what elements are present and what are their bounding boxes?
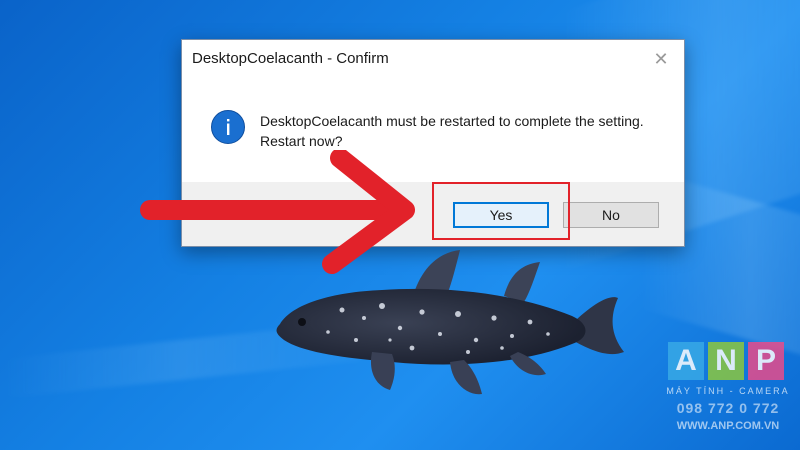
dialog-title-bar[interactable]: DesktopCoelacanth - Confirm ✕	[182, 40, 684, 78]
logo-tiles: A N P	[668, 342, 784, 380]
close-button[interactable]: ✕	[638, 40, 684, 78]
info-icon	[211, 110, 245, 144]
logo-tile-n: N	[708, 342, 744, 380]
logo-tile-p: P	[748, 342, 784, 380]
close-icon: ✕	[653, 48, 669, 69]
highlight-box	[432, 182, 570, 240]
dialog-title: DesktopCoelacanth - Confirm	[192, 50, 389, 67]
no-button[interactable]: No	[563, 202, 659, 228]
anp-logo: A N P MÁY TÍNH - CAMERA 098 772 0 772 WW…	[663, 342, 793, 442]
logo-tile-a: A	[668, 342, 704, 380]
logo-subtitle: MÁY TÍNH - CAMERA	[666, 386, 790, 396]
dialog-message: DesktopCoelacanth must be restarted to c…	[260, 111, 644, 151]
logo-phone: 098 772 0 772	[676, 400, 780, 416]
message-line-2: Restart now?	[260, 133, 343, 149]
logo-website: WWW.ANP.COM.VN	[676, 420, 780, 432]
message-line-1: DesktopCoelacanth must be restarted to c…	[260, 113, 644, 129]
coelacanth-image	[276, 250, 624, 395]
